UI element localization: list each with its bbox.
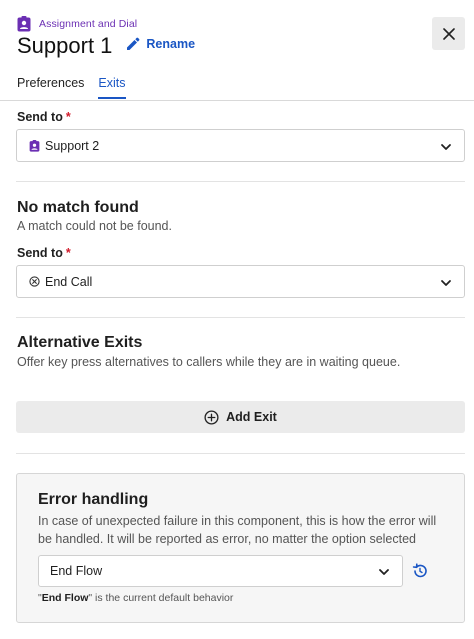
breadcrumb-label: Assignment and Dial [39, 18, 138, 30]
send-to-label: Send to * [17, 110, 71, 124]
header-divider [0, 100, 474, 101]
send-to-select[interactable]: Support 2 [16, 129, 465, 162]
error-handling-value: End Flow [50, 564, 103, 578]
alternative-exits-title: Alternative Exits [17, 334, 143, 351]
tab-bar: Preferences Exits [17, 76, 126, 99]
no-match-send-to-label-text: Send to [17, 246, 63, 260]
panel-header: Assignment and Dial Support 1 Rename Pre… [0, 0, 474, 100]
send-to-value: Support 2 [45, 138, 100, 153]
required-marker: * [65, 110, 71, 124]
no-match-send-to-value: End Call [45, 274, 93, 289]
page-title: Support 1 [17, 33, 113, 58]
error-handling-select[interactable]: End Flow [38, 555, 403, 587]
pencil-icon [127, 37, 140, 50]
section-divider [16, 181, 465, 182]
badge-icon [17, 16, 31, 32]
rename-button[interactable]: Rename [126, 37, 195, 51]
reset-icon[interactable] [411, 562, 429, 580]
close-icon [442, 27, 455, 40]
no-match-title: No match found [17, 199, 139, 216]
circle-x-icon [29, 276, 40, 287]
note-rest: " is the current default behavior [88, 592, 234, 604]
tab-exits[interactable]: Exits [98, 76, 126, 99]
add-exit-label: Add Exit [226, 410, 277, 424]
default-behavior-note: "End Flow" is the current default behavi… [38, 592, 233, 604]
chevron-down-icon [441, 144, 451, 150]
chevron-down-icon [441, 280, 451, 286]
section-divider [16, 317, 465, 318]
section-divider [16, 453, 465, 454]
alternative-exits-description: Offer key press alternatives to callers … [17, 355, 401, 369]
no-match-description: A match could not be found. [17, 219, 172, 233]
title-row: Support 1 Rename [17, 33, 195, 59]
close-button[interactable] [432, 17, 465, 50]
badge-icon [29, 139, 40, 152]
chevron-down-icon [379, 569, 389, 575]
send-to-label-text: Send to [17, 110, 63, 124]
error-handling-title: Error handling [38, 491, 149, 508]
no-match-send-to-select[interactable]: End Call [16, 265, 465, 298]
tab-preferences[interactable]: Preferences [17, 76, 84, 98]
breadcrumb: Assignment and Dial [17, 16, 137, 32]
error-handling-description: In case of unexpected failure in this co… [38, 514, 437, 546]
add-exit-button[interactable]: Add Exit [16, 401, 465, 433]
rename-label: Rename [146, 37, 196, 51]
plus-circle-icon [204, 409, 219, 425]
required-marker: * [65, 246, 71, 260]
no-match-send-to-label: Send to * [17, 246, 71, 260]
note-bold: End Flow [41, 592, 89, 604]
error-handling-panel: Error handling In case of unexpected fai… [16, 473, 465, 623]
